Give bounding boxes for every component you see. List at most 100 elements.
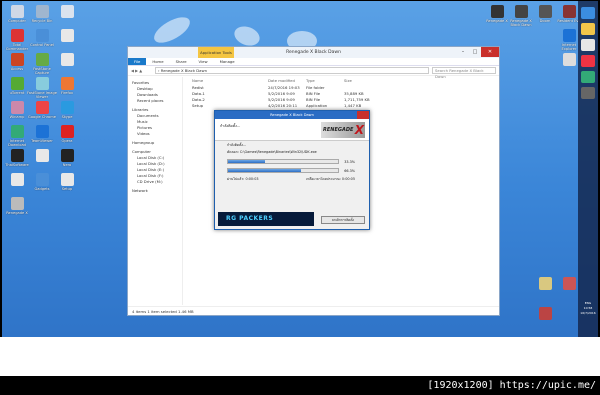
folder-taskbar-icon[interactable] <box>581 23 595 35</box>
file-row[interactable]: Setup 4/2/2016 20:11 Application 1,447 KB <box>186 103 499 109</box>
close-icon[interactable]: ✕ <box>481 47 499 57</box>
renegade-logo: RENEGADE X <box>321 122 365 138</box>
desktop-icon[interactable] <box>52 53 82 67</box>
app-icon <box>10 173 24 186</box>
address-bar-row: ◀ ▶ ▲ › Renegade X Black Dawn Search Ren… <box>128 66 499 79</box>
desktop-icon[interactable]: Setup <box>52 173 82 191</box>
ie-taskbar-icon[interactable] <box>581 7 595 19</box>
app-icon <box>60 173 74 186</box>
chrome-taskbar-icon[interactable] <box>581 55 595 67</box>
desktop-icon[interactable]: Opera <box>52 125 82 143</box>
desktop-icon-label: Control Panel <box>30 43 54 47</box>
app-icon <box>10 197 24 210</box>
time-row: ผ่านไปแล้ว: 0:00:03 เหลือเวลาโดยประมาณ: … <box>227 175 355 184</box>
installer-header-label: กำลังติดตั้ง... <box>220 124 241 128</box>
desktop-icon-label: Renegade X <box>6 211 28 215</box>
app-icon <box>60 101 74 114</box>
installer-titlebar[interactable]: Renegade X Black Dawn <box>215 111 369 119</box>
taskbar: ENG 10:58 16/7/2016 <box>578 1 598 337</box>
installer-window: Renegade X Black Dawn กำลังติดตั้ง... RE… <box>214 110 370 230</box>
app-icon <box>35 149 49 162</box>
logo-text: RENEGADE <box>323 127 354 133</box>
app-icon <box>538 5 552 18</box>
app-icon <box>562 277 576 290</box>
installer-taskbar-icon[interactable] <box>581 87 595 99</box>
app-icon <box>60 125 74 138</box>
app-icon <box>35 29 49 42</box>
column-name[interactable]: Name <box>186 77 268 85</box>
desktop-icon-label: Nero <box>62 163 72 167</box>
app-icon <box>10 29 24 42</box>
app-taskbar-icon[interactable] <box>581 39 595 51</box>
file-list: Name Date modified Type Size Redist 24/7/… <box>186 77 499 109</box>
tab-view[interactable]: View <box>193 58 214 65</box>
app-icon <box>538 277 552 290</box>
install-file-path: คัดลอก: C:\Games\Renegade\Binaries\Win32… <box>227 150 317 154</box>
ribbon-tabs: File Home Share View Manage <box>128 58 499 66</box>
desktop-icon[interactable] <box>52 5 82 19</box>
desktop-icon-label: Opera <box>61 139 73 143</box>
tab-home[interactable]: Home <box>146 58 169 65</box>
desktop-icon[interactable]: Renegade X <box>2 197 32 215</box>
app-icon <box>10 125 24 138</box>
close-icon[interactable] <box>357 111 369 119</box>
desktop-icon[interactable]: Skype <box>52 101 82 119</box>
app-icon <box>562 29 576 42</box>
app-icon <box>60 149 74 162</box>
minimize-icon[interactable]: – <box>457 47 469 57</box>
clock-date[interactable]: 16/7/2016 <box>578 311 598 316</box>
remaining-time: เหลือเวลาโดยประมาณ: 0:00:05 <box>306 177 355 181</box>
app-icon <box>10 149 24 162</box>
elapsed-time: ผ่านไปแล้ว: 0:00:03 <box>227 177 259 181</box>
app-icon <box>35 53 49 66</box>
app-icon <box>562 5 576 18</box>
desktop-icon-label: Firefox <box>61 91 73 95</box>
tab-file[interactable]: File <box>128 58 147 65</box>
file-list-header: Name Date modified Type Size <box>186 77 499 85</box>
cancel-install-button[interactable]: ยกเลิกการติดตั้ง <box>321 216 365 224</box>
nav-homegroup[interactable]: Homegroup <box>128 140 182 146</box>
wallpaper-flower <box>150 12 194 48</box>
address-bar[interactable]: › Renegade X Black Dawn <box>155 67 429 74</box>
app-icon <box>10 101 24 114</box>
desktop-icon[interactable]: Nero <box>52 149 82 167</box>
app-icon <box>514 5 528 18</box>
tab-manage[interactable]: Manage <box>214 58 241 65</box>
column-type[interactable]: Type <box>306 77 344 85</box>
desktop-icon-label: FastStone Capture <box>33 67 51 75</box>
column-size[interactable]: Size <box>344 77 374 85</box>
desktop-icon[interactable] <box>52 29 82 43</box>
explorer-titlebar[interactable]: Application Tools Renegade X Black Dawn … <box>128 47 499 58</box>
nav-network[interactable]: Network <box>128 188 182 194</box>
desktop-icon[interactable] <box>530 307 560 321</box>
nav-item-recent-places[interactable]: Recent places <box>128 98 182 104</box>
column-date[interactable]: Date modified <box>268 77 306 85</box>
window-controls: – □ ✕ <box>457 47 499 57</box>
search-input[interactable]: Search Renegade X Black Dawn <box>432 67 496 79</box>
progress-fill-file <box>228 160 265 163</box>
file-date: 4/2/2016 20:11 <box>268 103 298 108</box>
upic-url[interactable]: https://upic.me/ <box>500 380 596 391</box>
app-icon <box>60 5 74 18</box>
nav-arrows-icon[interactable]: ◀ ▶ ▲ <box>131 68 155 73</box>
maximize-icon[interactable]: □ <box>469 47 481 57</box>
system-tray: ENG 10:58 16/7/2016 <box>578 301 598 316</box>
app-icon <box>35 101 49 114</box>
desktop: Computer Recycle Bin Total Commander Contro… <box>2 1 598 337</box>
nav-item-cd-drive[interactable]: CD Drive (M:) <box>128 179 182 185</box>
progress-fill-total <box>228 169 301 172</box>
app-icon <box>60 77 74 90</box>
app-icon <box>35 173 49 186</box>
progress-bar-total <box>227 168 339 173</box>
desktop-icon[interactable]: Firefox <box>52 77 82 95</box>
app-taskbar-icon[interactable] <box>581 71 595 83</box>
app-icon <box>538 307 552 320</box>
context-tab-application-tools[interactable]: Application Tools <box>198 47 234 58</box>
nav-item-videos[interactable]: Videos <box>128 131 182 137</box>
file-name: Setup <box>192 103 204 108</box>
navigation-pane: Favorites Desktop Downloads Recent place… <box>128 77 183 305</box>
file-type: Application <box>306 103 328 108</box>
tab-share[interactable]: Share <box>170 58 193 65</box>
progress-percent-file: 33.3% <box>344 159 355 164</box>
app-icon <box>35 77 49 90</box>
